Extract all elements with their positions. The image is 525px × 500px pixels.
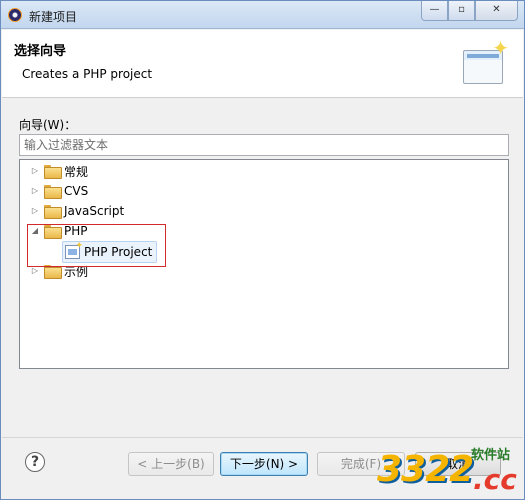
tree-item-label: JavaScript [64,204,125,218]
banner-title: 选择向导 [14,44,67,59]
window-title: 新建项目 [29,10,78,24]
expand-arrow-icon[interactable]: ▷ [28,184,42,198]
cancel-button[interactable]: 取消 [415,452,501,476]
tree-item-label: CVS [64,184,89,198]
folder-icon [44,165,62,179]
maximize-button[interactable]: ▫ [448,1,475,21]
next-button[interactable]: 下一步(N) > [220,452,308,476]
title-bar[interactable]: 新建项目 — ▫ ✕ [1,1,524,29]
window-controls: — ▫ ✕ [421,1,518,21]
tree-item-javascript[interactable]: ▷ JavaScript [28,201,124,221]
new-project-dialog: 新建项目 — ▫ ✕ 选择向导 Creates a PHP project ✦ … [0,0,525,500]
folder-icon [44,185,62,199]
wizard-label: 向导(W)： [19,118,77,132]
minimize-button[interactable]: — [421,1,448,21]
sparkle-icon: ✦ [492,36,509,60]
help-icon[interactable]: ? [25,452,45,472]
tree-item-cvs[interactable]: ▷ CVS [28,181,88,201]
expand-arrow-icon[interactable]: ▷ [28,204,42,218]
wizard-banner: 选择向导 Creates a PHP project ✦ [2,30,523,98]
eclipse-icon [8,8,22,22]
banner-description: Creates a PHP project [22,67,153,81]
footer-divider [2,437,523,438]
back-button[interactable]: < 上一步(B) [128,452,214,476]
tree-item-general[interactable]: ▷ 常规 [28,161,88,181]
tree-item-label: 常规 [64,164,89,179]
annotation-highlight-box [27,224,166,267]
filter-input[interactable] [19,134,509,156]
close-button[interactable]: ✕ [475,1,518,21]
finish-button[interactable]: 完成(F) [317,452,405,476]
expand-arrow-icon[interactable]: ▷ [28,164,42,178]
wizard-banner-icon: ✦ [461,38,509,88]
folder-icon [44,205,62,219]
